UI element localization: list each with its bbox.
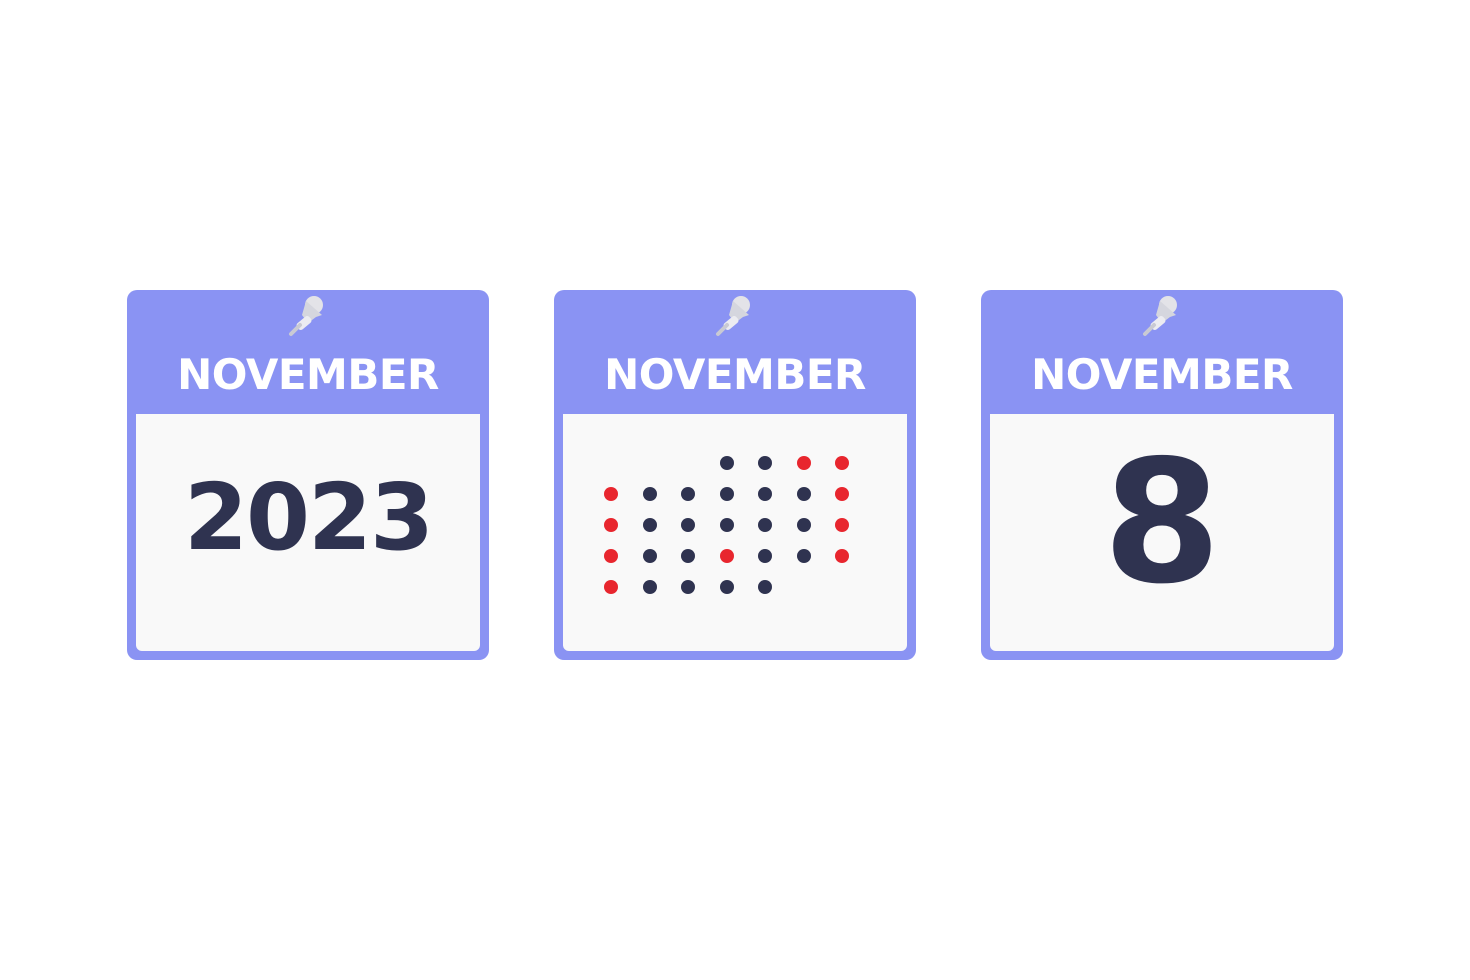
day-dot <box>604 487 618 501</box>
day-dot <box>719 456 734 470</box>
year-label: 2023 <box>183 464 434 571</box>
day-dot <box>719 518 734 532</box>
day-dot <box>642 549 657 563</box>
day-dot <box>796 456 811 470</box>
push-pin-icon <box>1143 296 1177 336</box>
day-dots-grid <box>563 414 907 651</box>
month-label: NOVEMBER <box>1031 350 1293 399</box>
day-dot <box>758 549 772 563</box>
day-dot <box>719 549 734 563</box>
day-dot <box>835 518 849 532</box>
month-label: NOVEMBER <box>604 350 866 399</box>
day-dot <box>642 487 657 501</box>
day-dot <box>604 549 618 563</box>
calendar-month-grid: NOVEMBER <box>554 290 916 660</box>
day-dot <box>681 549 695 563</box>
calendar-header: NOVEMBER <box>554 290 916 414</box>
calendar-header: NOVEMBER <box>127 290 489 414</box>
push-pin-icon <box>716 296 750 336</box>
day-dot <box>681 580 695 594</box>
day-dot <box>835 549 849 563</box>
day-dot <box>835 487 849 501</box>
day-dot <box>642 580 657 594</box>
month-label: NOVEMBER <box>177 350 439 399</box>
calendar-year: NOVEMBER 2023 <box>127 290 489 660</box>
day-dot <box>758 487 772 501</box>
day-dot <box>758 580 772 594</box>
day-dot <box>681 487 695 501</box>
calendar-day: NOVEMBER 8 <box>981 290 1343 660</box>
day-dot <box>835 456 849 470</box>
day-dot <box>642 518 657 532</box>
day-dot <box>604 580 618 594</box>
day-dot <box>758 518 772 532</box>
calendar-body: 2023 <box>136 414 480 651</box>
day-dot <box>681 518 695 532</box>
calendar-body <box>563 414 907 651</box>
push-pin-icon <box>289 296 323 336</box>
day-label: 8 <box>1102 424 1222 622</box>
day-dot <box>796 487 811 501</box>
day-dot <box>796 549 811 563</box>
day-dot <box>758 456 772 470</box>
day-dot <box>796 518 811 532</box>
day-dot <box>719 580 734 594</box>
calendar-body: 8 <box>990 414 1334 651</box>
day-dot <box>604 518 618 532</box>
day-dot <box>719 487 734 501</box>
calendar-header: NOVEMBER <box>981 290 1343 414</box>
